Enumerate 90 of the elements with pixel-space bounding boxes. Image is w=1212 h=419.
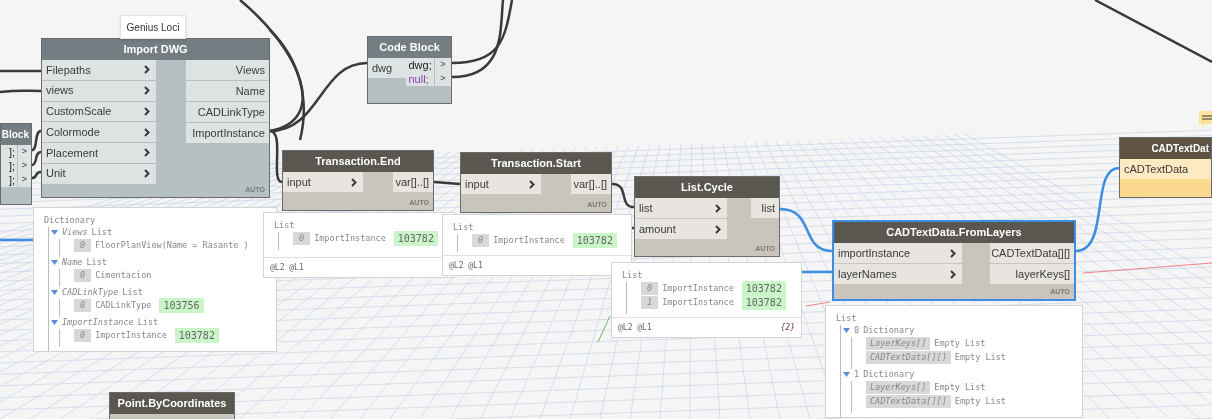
input-port[interactable]: input (461, 174, 541, 194)
list-levels: @L2 @L1 (618, 321, 652, 334)
item-type: Dictionary (863, 324, 915, 338)
output-port[interactable]: > (17, 173, 31, 187)
item-key: Name (62, 256, 83, 270)
item-label: Empty List (934, 381, 986, 395)
output-port[interactable]: > (17, 159, 31, 173)
preview-type: List (274, 220, 295, 230)
item-type: List (122, 286, 143, 300)
item-label: ImportInstance (493, 234, 565, 248)
item-key: LayerKeys[] (866, 337, 931, 351)
input-port[interactable]: amount (635, 219, 727, 239)
node-card[interactable]: CADTextDat cADTextData (1119, 137, 1212, 198)
list-levels: @L2 @L1 (270, 261, 304, 274)
item-label: FloorPlanView(Name = Rasante ) (95, 239, 249, 253)
node-card[interactable]: Point.ByCoordinates (109, 392, 235, 419)
item-index: 1 (854, 368, 860, 382)
output-port[interactable]: > (17, 145, 31, 159)
node-title: Block (1, 124, 31, 145)
item-key: ImportInstance (62, 316, 134, 330)
item-key: CADTextData[][] (866, 395, 951, 409)
item-index: 0 (74, 239, 92, 253)
input-port[interactable]: views (42, 80, 156, 101)
item-label: ImportInstance (662, 296, 734, 310)
item-key: CADTextData[][] (866, 351, 951, 365)
item-type: Dictionary (863, 368, 915, 382)
item-label: ImportInstance (662, 282, 734, 296)
input-port[interactable]: layerNames (834, 264, 962, 284)
input-port[interactable]: importInstance (834, 243, 962, 263)
node-title: Code Block (368, 37, 451, 58)
node-title: Transaction.Start (461, 153, 611, 174)
item-index: 0 (74, 329, 92, 343)
output-port[interactable]: Views (186, 60, 269, 80)
item-index: 0 (472, 234, 490, 248)
list-levels: @L2 @L1 (449, 259, 483, 272)
input-port[interactable]: CustomScale (42, 101, 156, 122)
item-label: Empty List (954, 395, 1006, 409)
item-value: 103782 (572, 233, 617, 249)
input-port[interactable]: list (635, 198, 727, 218)
item-value: 103782 (174, 328, 219, 344)
node-title: List.Cycle (635, 177, 779, 198)
node-title: Transaction.End (283, 151, 433, 172)
item-label: Cimentacion (95, 269, 152, 283)
item-type: List (86, 256, 107, 270)
item-value: 103782 (741, 295, 786, 311)
item-index: 0 (641, 282, 659, 296)
item-index: 1 (641, 296, 659, 310)
node-card[interactable]: Block ]; ]; ]; > > > (0, 123, 32, 205)
item-count: {2} (780, 321, 795, 334)
output-port[interactable]: CADTextData[][] (990, 243, 1074, 263)
item-key: Views (62, 226, 88, 240)
node-title: Point.ByCoordinates (110, 393, 234, 414)
input-port[interactable]: Colormode (42, 122, 156, 142)
output-port[interactable]: CADLinkType (186, 102, 269, 122)
preview-type: List (836, 313, 857, 323)
input-port[interactable]: Unit (42, 163, 156, 184)
item-key: LayerKeys[] (866, 381, 931, 395)
item-index: 0 (74, 269, 92, 283)
node-title: CADTextData.FromLayers (834, 222, 1074, 243)
input-port[interactable]: input (283, 172, 363, 192)
item-value: 103756 (159, 298, 204, 314)
item-label: CADLinkType (95, 299, 152, 313)
output-port[interactable]: ImportInstance (186, 123, 269, 143)
node-title: Import DWG (42, 39, 269, 60)
item-label: ImportInstance (95, 329, 167, 343)
tooltip: Genius Loci (120, 15, 186, 39)
item-label: Empty List (954, 351, 1006, 365)
node-card[interactable]: Code Block dwg dwg; null; > > (367, 36, 452, 104)
preview-type: List (622, 270, 643, 280)
item-index: 0 (74, 299, 92, 313)
item-key: CADLinkType (62, 286, 119, 300)
preview-type: List (453, 222, 474, 232)
item-type: List (91, 226, 113, 240)
preview-type: Dictionary (44, 215, 96, 225)
output-port[interactable]: var[]..[] (393, 172, 433, 192)
input-port[interactable]: Placement (42, 143, 156, 163)
output-port[interactable]: var[]..[] (571, 174, 611, 194)
node-title: CADTextDat (1120, 138, 1211, 159)
output-port[interactable]: list (751, 198, 779, 218)
item-index: 0 (854, 324, 860, 338)
item-value: 103782 (393, 231, 438, 247)
input-port[interactable]: dwg (368, 58, 407, 78)
item-label: Empty List (934, 337, 986, 351)
item-index: 0 (293, 232, 311, 246)
output-port[interactable]: Name (186, 81, 269, 101)
item-label: ImportInstance (314, 232, 386, 246)
output-port[interactable]: layerKeys[] (990, 264, 1074, 284)
item-type: List (137, 316, 159, 330)
input-port[interactable]: cADTextData (1120, 159, 1211, 179)
input-port[interactable]: Filepaths (42, 60, 156, 80)
